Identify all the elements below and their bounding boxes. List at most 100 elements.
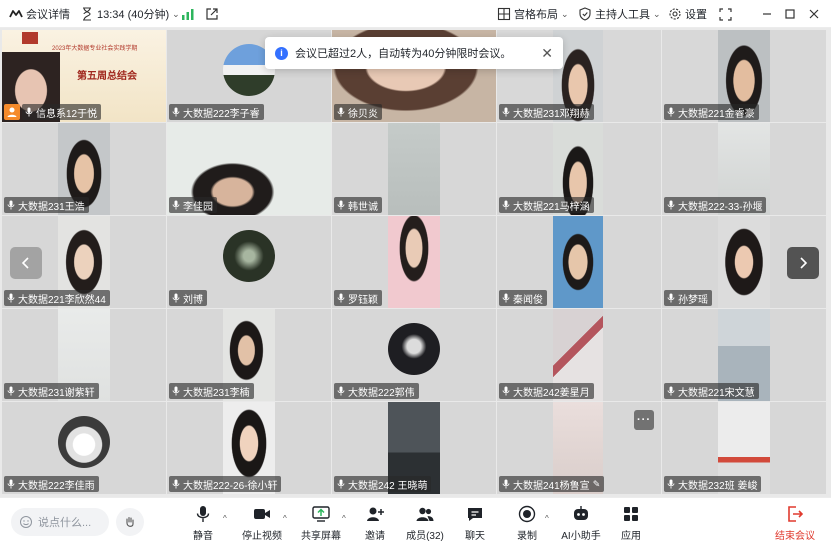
logo-icon bbox=[9, 7, 23, 21]
chevron-up-icon[interactable]: ^ bbox=[342, 514, 346, 523]
close-icon[interactable]: ✕ bbox=[541, 45, 553, 62]
participant-tile[interactable]: 大数据221宋文慧 bbox=[662, 309, 826, 401]
stop-video-button[interactable]: 停止视频 bbox=[238, 504, 286, 544]
mic-icon bbox=[172, 200, 180, 210]
mic-icon bbox=[172, 479, 180, 489]
gear-icon bbox=[668, 7, 682, 21]
mic-icon bbox=[667, 479, 675, 489]
participant-tile[interactable]: 大数据222郭伟 bbox=[332, 309, 496, 401]
chat-input[interactable]: 说点什么... bbox=[11, 508, 109, 536]
end-meeting-button[interactable]: 结束会议 bbox=[771, 504, 819, 544]
layout-button[interactable]: 宫格布局 ⌄ bbox=[497, 0, 569, 28]
chevron-up-icon[interactable]: ^ bbox=[283, 514, 287, 523]
chevron-up-icon[interactable]: ^ bbox=[223, 514, 227, 523]
share-screen-button[interactable]: 共享屏幕 bbox=[297, 504, 345, 544]
mic-icon bbox=[337, 479, 345, 489]
participant-tile[interactable]: 大数据231谢紫轩 bbox=[2, 309, 166, 401]
school-logo bbox=[22, 32, 38, 44]
chevron-left-icon bbox=[21, 257, 29, 269]
emoji-icon bbox=[20, 516, 32, 528]
participant-name-bar: 大数据222李佳雨 bbox=[4, 476, 99, 492]
participant-name: 大数据222-26-徐小轩 bbox=[183, 480, 278, 492]
chevron-right-icon bbox=[800, 257, 808, 269]
participant-name-bar: 大数据231邓翔赫 bbox=[499, 104, 594, 120]
participant-name-bar: 刘博 bbox=[169, 290, 207, 306]
apps-icon bbox=[621, 504, 641, 524]
minimize-icon[interactable] bbox=[761, 0, 773, 28]
participant-tile[interactable]: 李佳园 bbox=[167, 123, 331, 215]
participant-name: 大数据221李欣然44 bbox=[18, 294, 106, 306]
participant-tile[interactable]: 大数据242姜星月 bbox=[497, 309, 661, 401]
participant-tile[interactable]: 大数据221马梓涵 bbox=[497, 123, 661, 215]
participant-name: 大数据231李楠 bbox=[183, 387, 250, 399]
meeting-details-label: 会议详情 bbox=[26, 9, 70, 21]
participant-name-bar: 大数据242 王晓萌 bbox=[334, 476, 432, 492]
participant-tile[interactable]: 大数据231王浩 bbox=[2, 123, 166, 215]
share-screen-icon bbox=[311, 504, 331, 524]
mic-icon bbox=[337, 200, 345, 210]
participant-tile[interactable]: 大数据242 王晓萌 bbox=[332, 402, 496, 494]
host-icon bbox=[4, 104, 20, 120]
mute-button[interactable]: 静音 bbox=[179, 504, 227, 544]
microphone-icon bbox=[193, 504, 213, 524]
participant-name: 信息系12于悦 bbox=[36, 108, 98, 120]
participant-video bbox=[718, 216, 770, 308]
record-button[interactable]: 录制 bbox=[503, 504, 551, 544]
chevron-up-icon[interactable]: ^ bbox=[545, 514, 549, 523]
participant-tile[interactable]: 秦闻俊 bbox=[497, 216, 661, 308]
mic-icon bbox=[667, 107, 675, 117]
next-page-button[interactable] bbox=[787, 247, 819, 279]
settings-button[interactable]: 设置 bbox=[668, 0, 707, 28]
members-icon bbox=[415, 504, 435, 524]
participant-name: 秦闻俊 bbox=[513, 294, 543, 306]
participant-video bbox=[388, 216, 440, 308]
participant-name: 大数据222李佳雨 bbox=[18, 480, 95, 492]
more-options-icon[interactable]: ··· bbox=[634, 410, 654, 430]
mic-icon bbox=[172, 386, 180, 396]
participant-name: 大数据221宋文慧 bbox=[678, 387, 755, 399]
chat-button[interactable]: 聊天 bbox=[451, 504, 499, 544]
apps-button[interactable]: 应用 bbox=[607, 504, 655, 544]
previous-page-button[interactable] bbox=[10, 247, 42, 279]
participant-tile[interactable]: 大数据231李楠 bbox=[167, 309, 331, 401]
meeting-toolbar: 说点什么... 静音 ^ 停止视频 ^ 共享屏幕 ^ 邀请 成员(32) 聊天 … bbox=[0, 497, 831, 551]
maximize-icon[interactable] bbox=[784, 0, 796, 28]
mute-label: 静音 bbox=[193, 531, 213, 542]
participant-tile[interactable]: 大数据222-26-徐小轩 bbox=[167, 402, 331, 494]
camera-icon bbox=[252, 504, 272, 524]
close-icon[interactable] bbox=[808, 0, 820, 28]
time-limit-button[interactable]: 13:34 (40分钟) ⌄ bbox=[80, 0, 180, 28]
apps-label: 应用 bbox=[621, 531, 641, 542]
mic-icon bbox=[502, 107, 510, 117]
time-limit-label: 13:34 (40分钟) bbox=[97, 9, 170, 21]
participant-tile[interactable]: 罗钰颖 bbox=[332, 216, 496, 308]
members-button[interactable]: 成员(32) bbox=[401, 504, 449, 544]
participant-tile[interactable]: 大数据222李佳雨 bbox=[2, 402, 166, 494]
mic-icon bbox=[25, 107, 33, 117]
participant-name-bar: 大数据222郭伟 bbox=[334, 383, 419, 399]
participant-tile[interactable]: 韩世诚 bbox=[332, 123, 496, 215]
mic-icon bbox=[502, 293, 510, 303]
mic-icon bbox=[7, 200, 15, 210]
participant-name: 大数据242 王晓萌 bbox=[348, 480, 428, 492]
external-window-icon[interactable] bbox=[205, 0, 219, 28]
participant-tile[interactable]: 刘博 bbox=[167, 216, 331, 308]
participant-name-bar: 罗钰颖 bbox=[334, 290, 382, 306]
raise-hand-button[interactable] bbox=[116, 508, 144, 536]
settings-label: 设置 bbox=[685, 9, 707, 21]
meeting-details-button[interactable]: 会议详情 bbox=[9, 0, 70, 28]
participant-tile[interactable]: 2023年大数据专业社会实践学期 第五周总结会 信息系12于悦 bbox=[2, 30, 166, 122]
participant-tile[interactable]: 大数据221金睿豪 bbox=[662, 30, 826, 122]
participant-name-bar: 大数据221马梓涵 bbox=[499, 197, 594, 213]
mic-icon bbox=[502, 479, 510, 489]
invite-button[interactable]: 邀请 bbox=[351, 504, 399, 544]
signal-icon[interactable] bbox=[181, 0, 195, 28]
participant-name: 大数据221金睿豪 bbox=[678, 108, 755, 120]
fullscreen-icon[interactable] bbox=[719, 0, 732, 28]
exit-icon bbox=[785, 504, 805, 524]
ai-assistant-button[interactable]: AI小助手 bbox=[557, 504, 605, 544]
mic-icon bbox=[502, 386, 510, 396]
host-tools-button[interactable]: 主持人工具 ⌄ bbox=[578, 0, 661, 28]
participant-tile[interactable]: 大数据232班 姜峻 bbox=[662, 402, 826, 494]
participant-tile[interactable]: 大数据222-33-孙堰 bbox=[662, 123, 826, 215]
